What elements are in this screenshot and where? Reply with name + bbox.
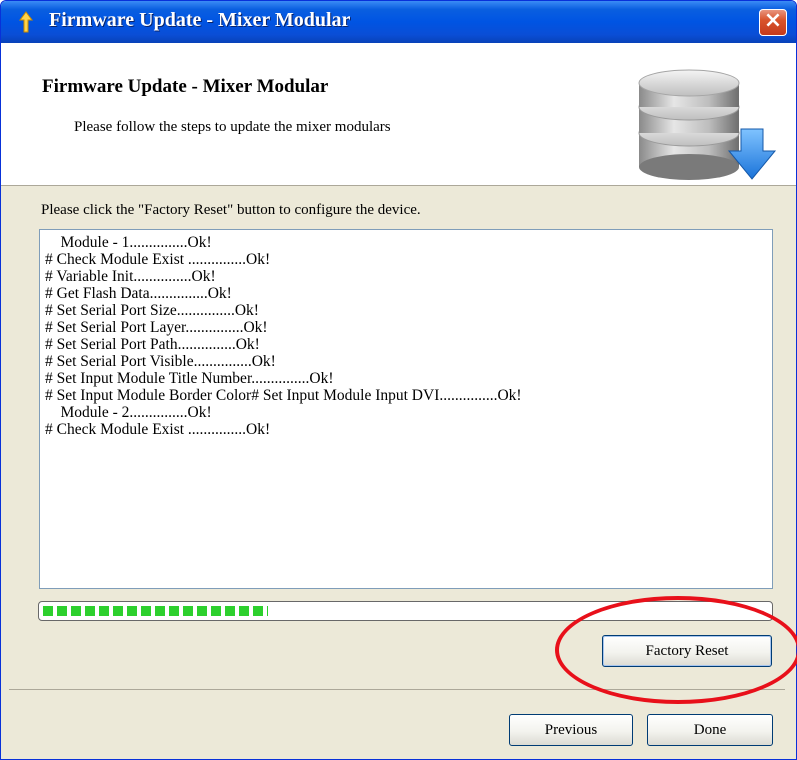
title-bar[interactable]: Firmware Update - Mixer Modular ×	[1, 1, 796, 43]
log-line: # Set Input Module Border Color# Set Inp…	[45, 387, 522, 404]
annotation-highlight-circle	[555, 596, 797, 704]
done-label: Done	[693, 722, 727, 738]
previous-button[interactable]: Previous	[509, 714, 633, 746]
previous-label: Previous	[544, 722, 598, 738]
header-subtitle: Please follow the steps to update the mi…	[74, 119, 391, 135]
log-line: # Set Input Module Title Number.........…	[45, 370, 334, 387]
header-title: Firmware Update - Mixer Modular	[42, 76, 329, 97]
done-button[interactable]: Done	[647, 714, 773, 746]
update-arrow-icon	[19, 11, 33, 33]
log-line: # Get Flash Data...............Ok!	[45, 285, 232, 302]
progress-fill	[43, 606, 268, 616]
log-line: # Check Module Exist ...............Ok!	[45, 421, 271, 438]
log-line: # Set Serial Port Layer...............Ok…	[45, 319, 268, 336]
log-line: # Set Serial Port Visible...............…	[45, 353, 276, 370]
wizard-header: Firmware Update - Mixer Modular Please f…	[1, 43, 796, 186]
log-line: # Check Module Exist ...............Ok!	[45, 251, 271, 268]
log-line: # Set Serial Port Path...............Ok!	[45, 336, 260, 353]
close-icon: ×	[763, 8, 783, 33]
log-line: # Set Serial Port Size...............Ok!	[45, 302, 259, 319]
log-output[interactable]: Module - 1...............Ok! # Check Mod…	[39, 229, 773, 589]
close-button[interactable]: ×	[759, 8, 787, 36]
window-title: Firmware Update - Mixer Modular	[49, 9, 351, 31]
log-line: # Variable Init...............Ok!	[45, 268, 216, 285]
database-download-icon	[638, 69, 777, 180]
log-line: Module - 2...............Ok!	[45, 404, 212, 421]
instruction-text: Please click the "Factory Reset" button …	[41, 202, 421, 218]
log-line: Module - 1...............Ok!	[45, 234, 212, 251]
